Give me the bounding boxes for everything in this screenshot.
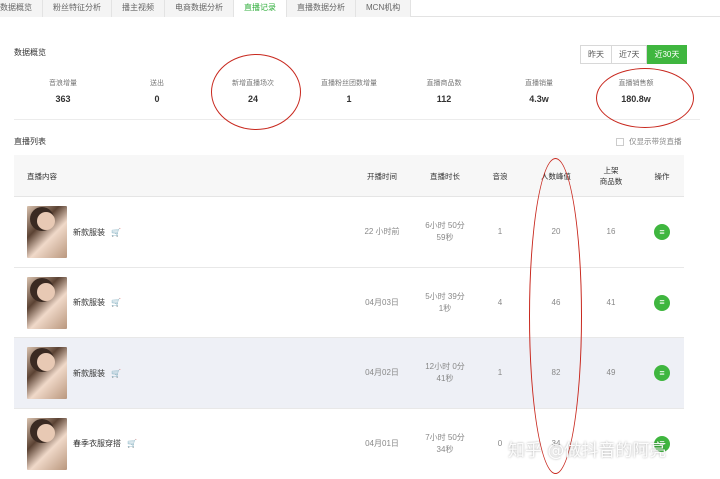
tab-live-analysis[interactable]: 直播数据分析 [287,0,356,17]
stat-sent: 送出 0 [102,78,212,104]
stat-fan-club: 直播粉丝团数增量 1 [294,78,404,104]
col-action: 操作 [654,171,670,181]
tab-fan-analysis[interactable]: 粉丝特征分析 [43,0,112,17]
only-store-checkbox[interactable] [616,137,624,146]
section-divider [14,119,700,120]
only-store-filter[interactable]: 仅显示带货直播 [616,136,682,147]
duration-line2: 41秒 [436,374,454,383]
tab-ecommerce[interactable]: 电商数据分析 [165,0,234,17]
col-products: 上架 商品数 [590,155,632,197]
stat-label: 直播商品数 [426,80,462,87]
duration-line2: 59秒 [436,233,454,242]
cell-duration: 5小时 39分 1秒 [414,268,476,338]
stat-value: 112 [436,94,452,104]
only-store-label: 仅显示带货直播 [629,137,682,146]
cell-sound-waves: 1 [497,368,503,377]
annotation-oval-peak-viewers [529,158,582,474]
cell-products: 41 [606,297,616,307]
stat-label: 直播销量 [525,80,553,87]
live-cover-image[interactable] [27,206,67,258]
range-yesterday-button[interactable]: 昨天 [580,45,612,64]
table-row[interactable]: 新款服装 🛒 04月02日 12小时 0分 41秒 1 82 49 ≡ [14,338,684,409]
duration-line2: 1秒 [438,303,452,313]
cell-action: ≡ [644,268,680,338]
col-duration: 直播时长 [430,171,460,181]
range-30days-button[interactable]: 近30天 [647,45,688,64]
range-7days-button[interactable]: 近7天 [612,45,648,64]
live-title-cell[interactable]: 新款服装 🛒 [73,197,121,267]
shopping-cart-icon: 🛒 [111,368,121,378]
overview-title: 数据概览 [14,48,46,57]
cell-duration: 12小时 0分 41秒 [414,338,476,408]
tab-mcn[interactable]: MCN机构 [356,0,412,17]
cell-start-time: 04月03日 [365,297,399,307]
cell-sound-waves: 4 [497,297,503,307]
cell-duration: 7小时 50分 34秒 [414,409,476,479]
cell-start-time: 22 小时前 [364,227,400,236]
cell-products: 16 [606,227,616,236]
live-cover-image[interactable] [27,417,67,470]
table-row[interactable]: 新款服装 🛒 22 小时前 6小时 50分 59秒 1 20 16 ≡ [14,197,684,268]
duration-line1: 12小时 0分 [425,362,465,371]
list-detail-icon[interactable]: ≡ [654,365,670,381]
stat-value: 1 [346,94,352,104]
duration-line2: 34秒 [436,444,454,454]
stat-sales-volume: 直播销量 4.3w [484,78,594,104]
shopping-cart-icon: 🛒 [111,298,121,307]
cell-duration: 6小时 50分 59秒 [414,197,476,267]
live-title[interactable]: 春季衣服穿搭 [73,438,121,449]
col-products-line2: 商品数 [599,177,623,186]
stat-value: 0 [154,94,160,104]
duration-line1: 7小时 50分 [425,432,465,442]
stat-label: 直播粉丝团数增量 [321,80,377,87]
tab-live-records[interactable]: 直播记录 [234,0,287,17]
live-list-title: 直播列表 [14,137,46,146]
cell-start-time: 04月02日 [365,368,399,377]
cell-products: 49 [606,368,616,377]
col-start-time: 开播时间 [367,171,397,181]
tab-bar: 数据概览 粉丝特征分析 播主视频 电商数据分析 直播记录 直播数据分析 MCN机… [0,0,720,17]
list-detail-icon[interactable]: ≡ [654,294,670,311]
live-title[interactable]: 新款服装 [73,297,105,308]
col-content: 直播内容 [27,171,57,181]
date-range-selector: 昨天 近7天 近30天 [580,45,688,64]
duration-line1: 5小时 39分 [425,291,465,301]
live-cover-image[interactable] [27,347,67,399]
live-cover-image[interactable] [27,276,67,329]
table-header: 直播内容 开播时间 直播时长 音浪 人数峰值 上架 商品数 操作 [14,155,684,197]
watermark: 知乎 @做抖音的阿亮 [508,441,667,461]
list-detail-icon[interactable]: ≡ [654,224,670,240]
tab-data-overview[interactable]: 数据概览 [0,0,43,17]
duration-line1: 6小时 50分 [425,221,465,230]
cell-sound-waves: 1 [497,227,503,236]
live-title-cell[interactable]: 春季衣服穿搭 🛒 [73,409,137,479]
live-title[interactable]: 新款服装 [73,227,105,238]
stat-products: 直播商品数 112 [389,78,499,104]
annotation-oval-sales-amount [596,68,694,128]
stat-label: 送出 [150,80,164,87]
shopping-cart-icon: 🛒 [111,227,121,237]
col-products-line1: 上架 [603,166,619,175]
table-row[interactable]: 新款服装 🛒 04月03日 5小时 39分 1秒 4 46 41 ≡ [14,267,684,338]
cell-action: ≡ [644,197,680,267]
live-table: 直播内容 开播时间 直播时长 音浪 人数峰值 上架 商品数 操作 新款服装 🛒 … [14,155,684,479]
stat-value: 4.3w [529,94,549,104]
live-title[interactable]: 新款服装 [73,368,105,379]
col-sound-waves: 音浪 [492,171,508,181]
tab-videos[interactable]: 播主视频 [112,0,165,17]
shopping-cart-icon: 🛒 [127,439,137,448]
live-title-cell[interactable]: 新款服装 🛒 [73,268,121,338]
annotation-oval-new-lives [211,54,301,130]
live-title-cell[interactable]: 新款服装 🛒 [73,338,121,408]
cell-action: ≡ [644,338,680,408]
cell-start-time: 04月01日 [365,438,399,448]
